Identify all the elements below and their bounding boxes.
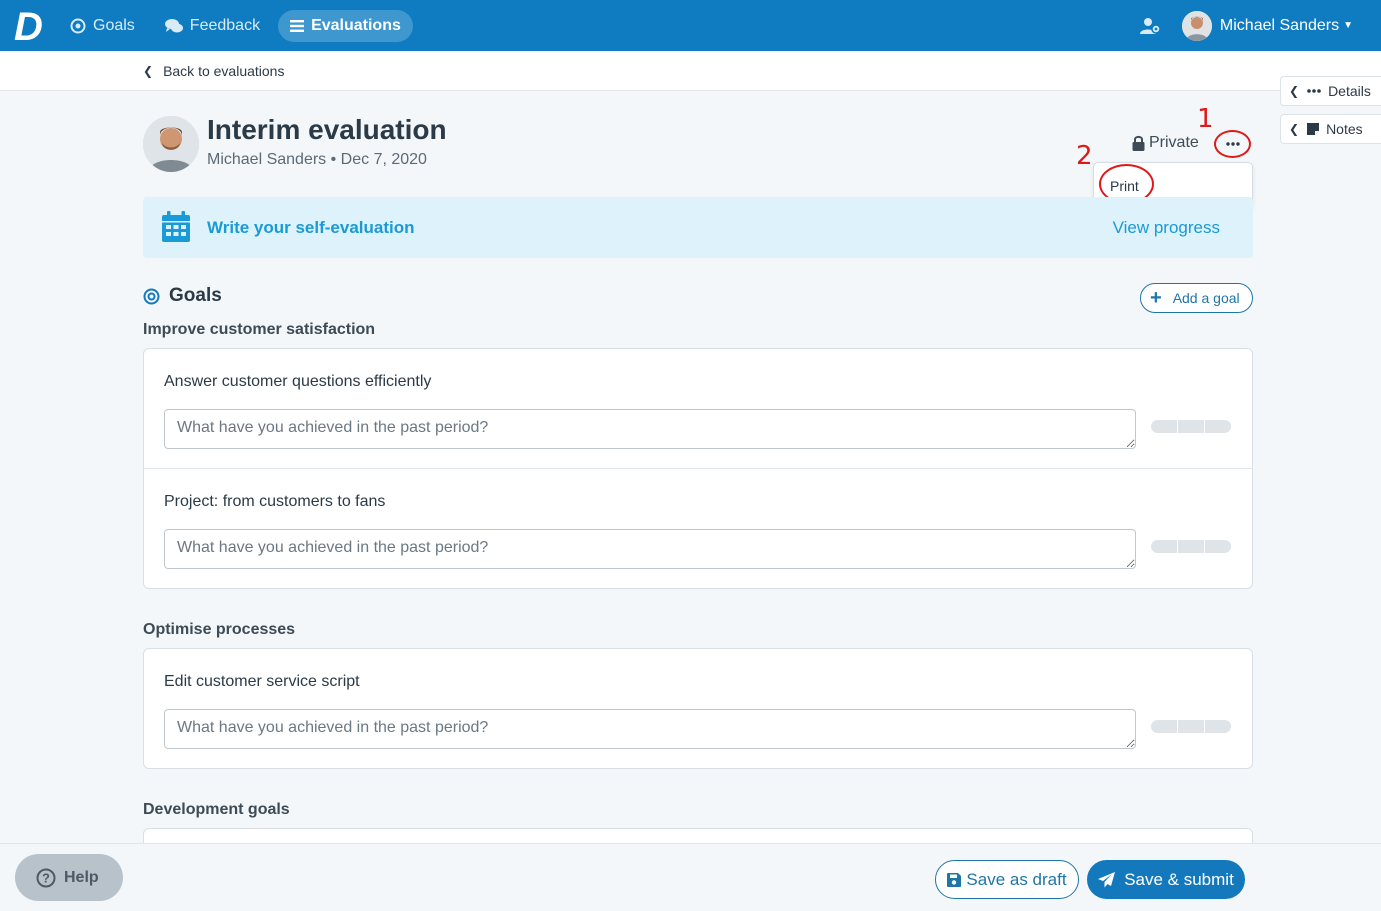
dots-icon [1307, 89, 1321, 93]
goal-achievement-input[interactable] [164, 709, 1136, 749]
nav-goals[interactable]: Goals [58, 10, 147, 42]
help-button[interactable]: ? Help [15, 854, 123, 901]
add-goal-button[interactable]: + Add a goal [1140, 283, 1253, 313]
avatar[interactable] [1181, 10, 1212, 41]
view-progress-link[interactable]: View progress [1113, 218, 1220, 238]
goal-name: Project: from customers to fans [164, 493, 386, 510]
chevron-left-icon: ❮ [143, 64, 154, 78]
chevron-left-icon: ❮ [1289, 84, 1300, 98]
lock-icon [1132, 135, 1145, 151]
nav-feedback-label: Feedback [189, 16, 261, 34]
chat-icon [164, 18, 183, 34]
target-icon [70, 18, 86, 34]
calendar-icon [161, 211, 191, 248]
details-tab-label: Details [1328, 83, 1371, 99]
goal-name: Edit customer service script [164, 673, 360, 690]
svg-text:D: D [14, 9, 43, 43]
rating-bar[interactable] [1151, 540, 1232, 553]
self-evaluation-banner: Write your self-evaluation View progress [143, 197, 1253, 258]
goal-achievement-input[interactable] [164, 529, 1136, 569]
privacy-label: Private [1149, 134, 1199, 151]
user-settings-icon[interactable] [1139, 17, 1162, 35]
back-bar: ❮ Back to evaluations [0, 51, 1381, 91]
svg-text:?: ? [42, 870, 50, 885]
evaluation-avatar [143, 116, 199, 172]
details-tab[interactable]: ❮ Details [1280, 76, 1381, 106]
page-title: Interim evaluation [207, 114, 447, 145]
save-and-submit-label: Save & submit [1124, 869, 1234, 889]
list-icon [290, 19, 305, 32]
app-logo[interactable]: D [8, 4, 52, 48]
back-to-evaluations-link[interactable]: ❮ Back to evaluations [143, 63, 284, 79]
goal-group-title: Optimise processes [143, 621, 296, 638]
help-label: Help [64, 868, 99, 886]
footer-bar: ? Help Save as draft Save & submit [0, 843, 1381, 911]
goal-achievement-input[interactable] [164, 409, 1136, 449]
paper-plane-icon [1098, 871, 1116, 888]
goal-group-card: Answer customer questions efficiently Pr… [143, 348, 1253, 589]
add-goal-label: Add a goal [1172, 290, 1240, 306]
notes-tab[interactable]: ❮ Notes [1280, 114, 1381, 144]
evaluation-subtitle: Michael Sanders • Dec 7, 2020 [207, 151, 427, 168]
question-icon: ? [36, 868, 56, 888]
goal-group-title: Improve customer satisfaction [143, 321, 376, 338]
nav-evaluations-label: Evaluations [311, 16, 401, 34]
goal-row: Project: from customers to fans [144, 469, 1252, 588]
annotation-marker-1: 1 [1197, 104, 1214, 134]
note-icon [1307, 123, 1320, 135]
top-navigation-bar: D Goals Feedback Evaluations Michael San… [0, 0, 1381, 51]
caret-down-icon[interactable]: ▼ [1343, 20, 1353, 31]
user-name[interactable]: Michael Sanders [1220, 17, 1339, 35]
chevron-left-icon: ❮ [1289, 122, 1300, 136]
floppy-disk-icon [947, 872, 962, 887]
nav-evaluations[interactable]: Evaluations [278, 9, 413, 42]
goals-title: Goals [169, 285, 222, 306]
goal-row: Answer customer questions efficiently [144, 349, 1252, 469]
save-as-draft-button[interactable]: Save as draft [935, 860, 1079, 899]
goal-group-card: Edit customer service script [143, 648, 1253, 769]
save-as-draft-label: Save as draft [966, 869, 1067, 889]
write-self-evaluation-link[interactable]: Write your self-evaluation [207, 218, 415, 238]
nav-goals-label: Goals [93, 16, 135, 34]
goals-section-header: Goals [143, 285, 222, 307]
notes-tab-label: Notes [1326, 121, 1363, 137]
annotation-marker-2: 2 [1076, 141, 1093, 171]
nav-feedback[interactable]: Feedback [153, 10, 272, 42]
goal-name: Answer customer questions efficiently [164, 373, 432, 390]
annotation-circle-more [1214, 130, 1251, 158]
back-link-label: Back to evaluations [163, 63, 285, 79]
plus-icon: + [1150, 287, 1162, 309]
target-icon [143, 288, 160, 305]
goal-row: Edit customer service script [144, 649, 1252, 768]
rating-bar[interactable] [1151, 720, 1232, 733]
rating-bar[interactable] [1151, 420, 1232, 433]
privacy-indicator[interactable]: Private [1132, 134, 1199, 152]
goal-group-title: Development goals [143, 801, 290, 818]
save-and-submit-button[interactable]: Save & submit [1087, 860, 1245, 899]
